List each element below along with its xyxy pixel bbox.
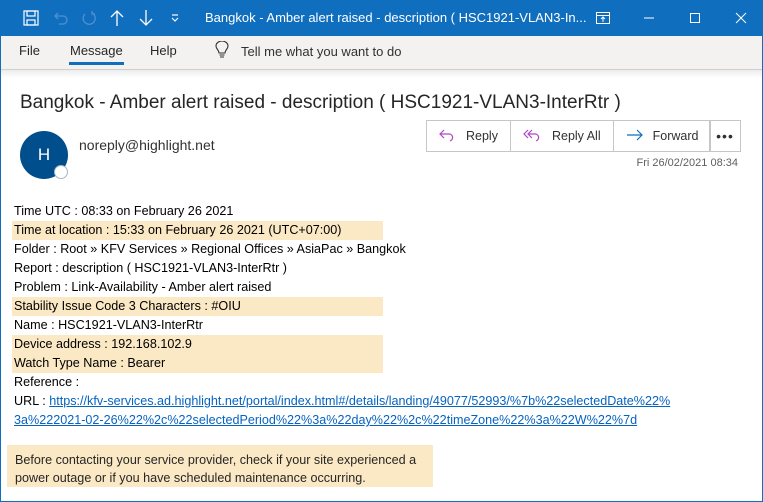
reply-all-label: Reply All <box>551 129 601 143</box>
portal-link[interactable]: https://kfv-services.ad.highlight.net/po… <box>49 394 670 408</box>
lightbulb-icon <box>215 40 229 62</box>
previous-item-icon[interactable] <box>107 8 127 28</box>
device-address-line: Device address : 192.168.102.9 <box>12 335 383 354</box>
time-utc-line: Time UTC : 08:33 on February 26 2021 <box>14 204 234 218</box>
name-line: Name : HSC1921-VLAN3-InterRtr <box>14 318 203 332</box>
message-body: Time UTC : 08:33 on February 26 2021 Tim… <box>12 202 670 430</box>
forward-label: Forward <box>652 129 699 143</box>
url-label: URL : <box>14 394 50 408</box>
close-icon[interactable] <box>718 0 763 36</box>
window-title: Bangkok - Amber alert raised - descripti… <box>205 10 587 25</box>
forward-arrow-icon <box>626 129 644 144</box>
reply-all-button[interactable]: Reply All <box>511 121 614 151</box>
ribbon-shadow <box>1 70 762 78</box>
tab-file[interactable]: File <box>19 43 40 58</box>
folder-line: Folder : Root » KFV Services » Regional … <box>14 242 406 256</box>
url-line-2: 3a%222021-02-26%22%2c%22selectedPeriod%2… <box>12 411 670 430</box>
stability-code-line: Stability Issue Code 3 Characters : #OIU <box>12 297 383 316</box>
report-line: Report : description ( HSC1921-VLAN3-Int… <box>14 261 287 275</box>
minimize-icon[interactable] <box>626 0 672 36</box>
tab-message[interactable]: Message <box>69 43 124 65</box>
message-actions: Reply Reply All Forward <box>426 120 712 152</box>
ribbon-display-options-icon[interactable] <box>580 0 626 36</box>
title-bar: Bangkok - Amber alert raised - descripti… <box>1 0 763 36</box>
outlook-message-window: Bangkok - Amber alert raised - descripti… <box>0 0 763 502</box>
portal-link-continued[interactable]: 3a%222021-02-26%22%2c%22selectedPeriod%2… <box>14 413 637 427</box>
forward-button[interactable]: Forward <box>614 121 711 151</box>
undo-icon[interactable] <box>51 8 71 28</box>
sender-address[interactable]: noreply@highlight.net <box>79 137 215 153</box>
message-subject: Bangkok - Amber alert raised - descripti… <box>20 92 621 113</box>
message-date: Fri 26/02/2021 08:34 <box>636 157 738 169</box>
reply-all-icon <box>523 128 543 145</box>
reply-button[interactable]: Reply <box>427 121 511 151</box>
maximize-icon[interactable] <box>672 0 718 36</box>
url-line-1: URL : https://kfv-services.ad.highlight.… <box>12 392 670 411</box>
more-icon: ••• <box>716 128 734 144</box>
presence-status-icon <box>54 165 68 179</box>
next-item-icon[interactable] <box>136 8 156 28</box>
redo-icon[interactable] <box>79 8 99 28</box>
customize-quick-access-icon[interactable] <box>165 8 185 28</box>
save-icon[interactable] <box>21 8 41 28</box>
reply-icon <box>439 128 457 145</box>
maintenance-note: Before contacting your service provider,… <box>7 445 433 487</box>
reply-label: Reply <box>466 129 498 143</box>
problem-line: Problem : Link-Availability - Amber aler… <box>14 280 272 294</box>
tell-me-search[interactable]: Tell me what you want to do <box>215 40 402 62</box>
watch-type-line: Watch Type Name : Bearer <box>12 354 383 373</box>
more-actions-button[interactable]: ••• <box>709 120 741 152</box>
tell-me-placeholder: Tell me what you want to do <box>241 44 402 59</box>
avatar-initial: H <box>37 145 51 164</box>
tab-help[interactable]: Help <box>150 43 177 58</box>
time-at-location-line: Time at location : 15:33 on February 26 … <box>12 221 383 240</box>
reference-line: Reference : <box>14 375 80 389</box>
ribbon: File Message Help Tell me what you want … <box>1 36 762 70</box>
